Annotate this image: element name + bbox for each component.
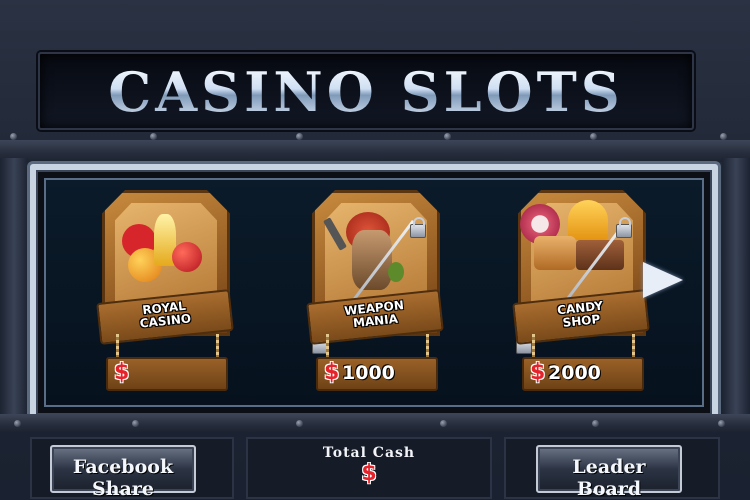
- price-value: 2000: [548, 362, 601, 384]
- next-arrow-icon[interactable]: [643, 262, 683, 298]
- rivet: [440, 420, 447, 427]
- leader-board-label: Leader Board: [572, 456, 646, 500]
- rivet: [132, 420, 139, 427]
- lock-icon: [410, 217, 426, 238]
- title-plate: CASINO SLOTS: [38, 52, 694, 130]
- dollar-icon: $: [114, 360, 130, 385]
- metal-bar-bottom: [0, 414, 750, 432]
- price-plank: $: [106, 357, 228, 391]
- grenade-icon: [388, 262, 404, 282]
- leader-board-button[interactable]: Leader Board: [536, 445, 682, 500]
- total-cash-panel: Total Cash $: [246, 437, 492, 499]
- facebook-share-label: Facebook Share: [72, 456, 174, 500]
- dollar-icon: $: [361, 461, 377, 486]
- rivet: [150, 133, 157, 140]
- lock-icon: [616, 217, 632, 238]
- dollar-icon: $: [530, 360, 546, 385]
- rivet: [296, 420, 303, 427]
- price-plank: $ 2000: [522, 357, 644, 391]
- game-card-candy-shop[interactable]: CANDY SHOP $ 2000: [512, 190, 650, 395]
- rivet: [720, 133, 727, 140]
- facebook-share-button[interactable]: Facebook Share: [50, 445, 196, 500]
- cherry-icon: [172, 242, 202, 272]
- soldier-icon: [352, 230, 392, 290]
- rivet: [296, 133, 303, 140]
- rivet: [718, 420, 725, 427]
- left-rail: [0, 158, 28, 414]
- game-card-royal-casino[interactable]: ROYAL CASINO $: [96, 190, 234, 395]
- rivet: [444, 133, 451, 140]
- price-plank: $ 1000: [316, 357, 438, 391]
- game-card-weapon-mania[interactable]: WEAPON MANIA $ 1000: [306, 190, 444, 395]
- price-value: 1000: [342, 362, 395, 384]
- rivet: [10, 133, 17, 140]
- candy-icon: [568, 200, 608, 240]
- caramel-icon: [534, 236, 576, 270]
- total-cash-label: Total Cash: [322, 445, 416, 461]
- rivet: [590, 133, 597, 140]
- dollar-icon: $: [324, 360, 340, 385]
- rivet: [14, 420, 21, 427]
- metal-bar-top: [0, 140, 750, 162]
- right-rail: [722, 158, 750, 414]
- rivet: [592, 420, 599, 427]
- page-title: CASINO SLOTS: [40, 60, 692, 124]
